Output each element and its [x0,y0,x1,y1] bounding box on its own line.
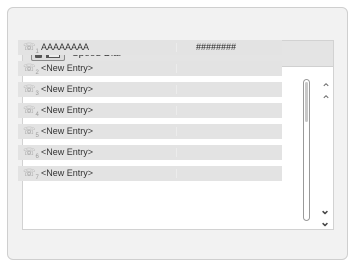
list-item[interactable]: ☏1 AAAAAAAA ######## [18,40,282,55]
column-divider [176,127,177,136]
list-item[interactable]: ☏2 <New Entry> [18,61,282,76]
entry-number: ######## [196,42,237,52]
entry-name: AAAAAAAA [41,42,90,52]
handset-icon: ☏7 [23,168,39,181]
column-divider [176,148,177,157]
handset-icon: ☏5 [23,126,39,139]
handset-icon: ☏2 [23,63,39,76]
entry-name: <New Entry> [41,63,94,73]
column-divider [176,85,177,94]
handset-icon: ☏3 [23,84,39,97]
list-item[interactable]: ☏5 <New Entry> [18,124,282,139]
handset-icon: ☏4 [23,105,39,118]
entry-name: <New Entry> [41,126,94,136]
entry-name: <New Entry> [41,168,94,178]
column-divider [176,64,177,73]
column-divider [176,106,177,115]
handset-icon: ☏1 [23,42,39,55]
entry-name: <New Entry> [41,84,94,94]
list-item[interactable]: ☏6 <New Entry> [18,145,282,160]
scrollbar-thumb[interactable] [305,82,308,122]
list-item[interactable]: ☏4 <New Entry> [18,103,282,118]
column-divider [176,169,177,178]
double-chevron-up-icon[interactable]: ⌃ ⌃ [321,82,331,106]
handset-icon: ☏6 [23,147,39,160]
list-item[interactable]: ☏7 <New Entry> [18,166,282,181]
scrollbar[interactable] [303,79,310,221]
entry-name: <New Entry> [41,105,94,115]
list-item[interactable]: ☏3 <New Entry> [18,82,282,97]
double-chevron-down-icon[interactable]: ⌄ ⌄ [320,204,330,228]
entry-name: <New Entry> [41,147,94,157]
column-divider [176,43,177,52]
